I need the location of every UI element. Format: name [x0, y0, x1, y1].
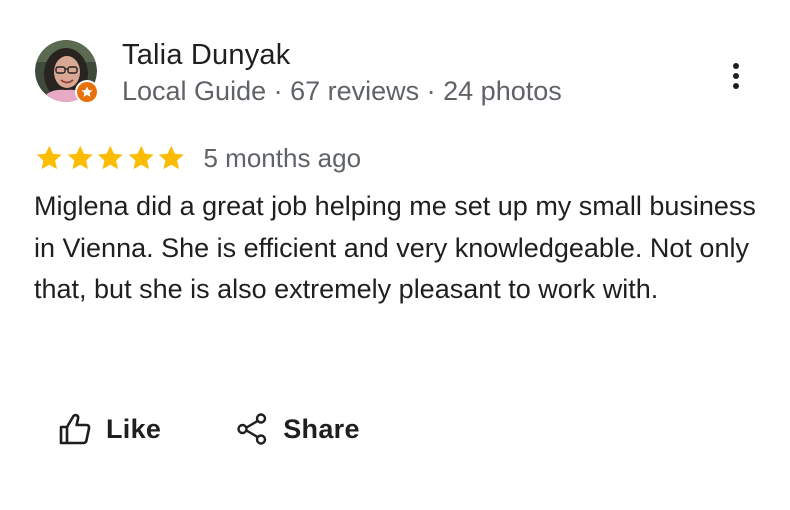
more-vert-icon [733, 63, 739, 89]
like-label: Like [106, 413, 162, 444]
review-actions: Like Share [58, 406, 360, 452]
reviewer-avatar[interactable] [35, 40, 99, 104]
star-icon [36, 145, 62, 170]
star-icon [128, 145, 154, 170]
rating-row: 5 months ago [34, 141, 361, 175]
review-card: Talia Dunyak Local Guide · 67 reviews · … [0, 0, 790, 510]
local-guide-star-icon [77, 82, 97, 102]
like-button[interactable]: Like [58, 406, 161, 452]
star-icon [158, 145, 184, 170]
local-guide-badge [75, 80, 99, 104]
star-icon [97, 145, 123, 170]
review-text: Miglena did a great job helping me set u… [34, 191, 756, 304]
thumbs-up-icon [59, 413, 91, 445]
share-icon [237, 413, 267, 445]
reviewer-meta[interactable]: Local Guide · 67 reviews · 24 photos [122, 75, 562, 107]
more-options-button[interactable] [716, 56, 756, 96]
star-icon [67, 145, 93, 170]
review-date: 5 months ago [203, 143, 362, 173]
star-rating [34, 143, 187, 173]
share-label: Share [283, 413, 360, 444]
share-button[interactable]: Share [235, 406, 360, 452]
reviewer-name[interactable]: Talia Dunyak [122, 38, 290, 72]
